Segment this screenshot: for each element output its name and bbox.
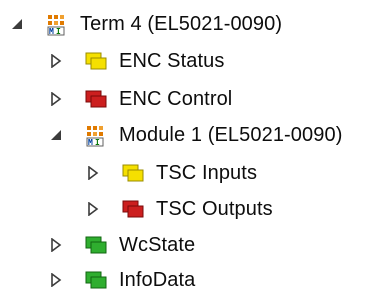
- svg-text:I: I: [95, 138, 100, 147]
- output-variables-red-icon: [85, 89, 107, 109]
- tree-node-label: TSC Inputs: [156, 162, 258, 184]
- tree-node-label: WcState: [119, 234, 196, 256]
- tree-node-label: InfoData: [119, 269, 196, 291]
- tree-node-label: ENC Status: [119, 50, 225, 72]
- collapse-arrow-icon[interactable]: [49, 128, 63, 142]
- tree-node-enc-status[interactable]: ENC Status: [49, 46, 224, 76]
- status-variables-green-icon: [85, 270, 107, 290]
- expand-arrow-icon[interactable]: [49, 238, 63, 252]
- tree-node-wcstate[interactable]: WcState: [49, 230, 195, 260]
- tree-node-label: Module 1 (EL5021-0090): [119, 124, 343, 146]
- input-variables-yellow-icon: [85, 51, 107, 71]
- terminal-module-icon: M I: [85, 125, 107, 147]
- terminal-module-icon: M I: [46, 14, 68, 36]
- io-tree-view: M I Term 4 (EL5021-0090) ENC Status ENC …: [0, 0, 382, 291]
- tree-node-label: ENC Control: [119, 88, 233, 110]
- input-variables-yellow-icon: [122, 163, 144, 183]
- svg-text:M: M: [88, 138, 93, 147]
- tree-node-tsc-outputs[interactable]: TSC Outputs: [86, 194, 273, 224]
- status-variables-green-icon: [85, 235, 107, 255]
- tree-node-module-1[interactable]: M I Module 1 (EL5021-0090): [49, 120, 342, 150]
- output-variables-red-icon: [122, 199, 144, 219]
- expand-arrow-icon[interactable]: [49, 54, 63, 68]
- svg-text:I: I: [56, 27, 61, 36]
- tree-node-enc-control[interactable]: ENC Control: [49, 84, 232, 114]
- tree-node-term-4[interactable]: M I Term 4 (EL5021-0090): [10, 9, 282, 39]
- expand-arrow-icon[interactable]: [86, 166, 100, 180]
- svg-text:M: M: [49, 27, 54, 36]
- tree-node-label: TSC Outputs: [156, 198, 273, 220]
- expand-arrow-icon[interactable]: [49, 273, 63, 287]
- tree-node-label: Term 4 (EL5021-0090): [80, 13, 283, 35]
- collapse-arrow-icon[interactable]: [10, 17, 24, 31]
- expand-arrow-icon[interactable]: [49, 92, 63, 106]
- expand-arrow-icon[interactable]: [86, 202, 100, 216]
- tree-node-tsc-inputs[interactable]: TSC Inputs: [86, 158, 257, 188]
